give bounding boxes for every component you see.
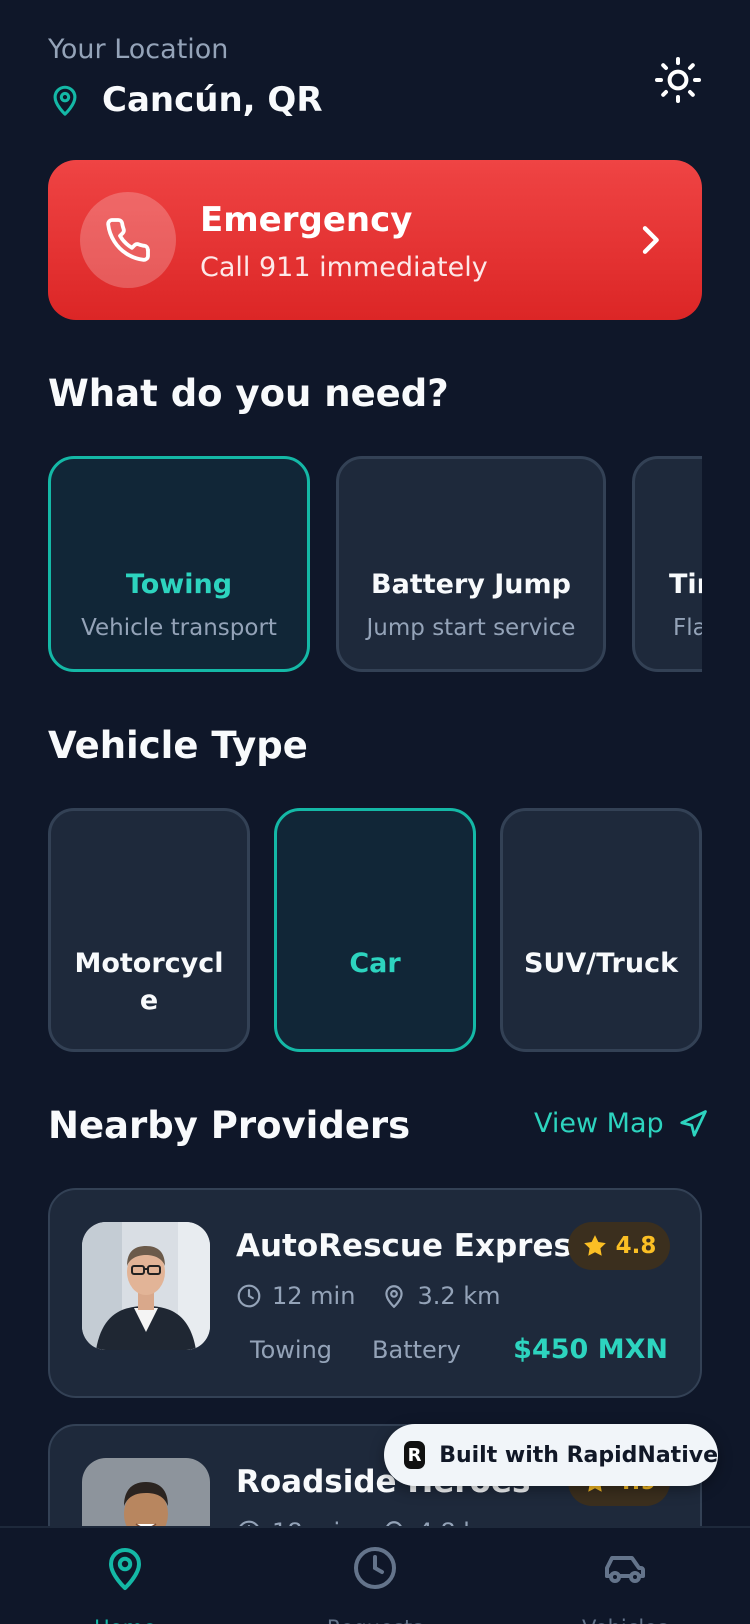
provider-card[interactable]: AutoRescue Express 4.8 12 min 3.2 km Tow… (48, 1188, 702, 1398)
star-icon (583, 1235, 606, 1256)
location-city: Cancún, QR (102, 80, 323, 120)
sun-icon[interactable] (654, 56, 702, 104)
vehicle-type-label: SUV/Truck (523, 948, 679, 979)
provider-price: $450 MXN (513, 1334, 668, 1365)
provider-distance: 3.2 km (417, 1282, 501, 1310)
home-screen: Your Location Cancún, QR Emergency Call … (0, 0, 750, 1624)
view-map-link[interactable]: View Map (534, 1108, 708, 1139)
badge-text: Built with RapidNative (439, 1442, 718, 1468)
provider-meta: 12 min 3.2 km (236, 1282, 527, 1310)
vehicle-type-car[interactable]: Car (274, 808, 476, 1052)
tab-requests[interactable]: Requests (295, 1544, 455, 1624)
service-title: Towing (125, 569, 233, 600)
service-card-battery-jump[interactable]: Battery Jump Jump start service (336, 456, 606, 672)
bottom-tab-bar: Home Requests Vehicles (0, 1526, 750, 1624)
phone-icon (106, 218, 150, 262)
location-selector[interactable]: Cancún, QR (48, 80, 323, 120)
provider-name: AutoRescue Express (236, 1228, 591, 1264)
clock-icon (237, 1284, 261, 1308)
map-pin-icon (53, 85, 77, 116)
service-title: Battery Jump (371, 569, 571, 600)
rapidnative-logo-icon: R (404, 1441, 426, 1469)
provider-eta: 12 min (272, 1282, 356, 1310)
emergency-card[interactable]: Emergency Call 911 immediately (48, 160, 702, 320)
rating-badge: 4.8 (568, 1222, 670, 1270)
tab-label: Home (45, 1616, 205, 1624)
vehicle-type-motorcycle[interactable]: Motorcycle (48, 808, 250, 1052)
service-tag: Towing (250, 1336, 333, 1364)
provider-tags: Towing Battery (250, 1336, 501, 1364)
tab-home[interactable]: Home (45, 1544, 205, 1624)
providers-section-title: Nearby Providers (48, 1104, 411, 1147)
rating-value: 4.8 (615, 1233, 657, 1259)
phone-icon-circle (80, 192, 176, 288)
built-with-badge[interactable]: R Built with RapidNative (384, 1424, 718, 1486)
emergency-title: Emergency (200, 200, 413, 240)
provider-avatar (82, 1222, 210, 1350)
service-subtitle: Jump start service (366, 615, 576, 641)
car-icon (605, 1556, 645, 1583)
tab-label: Vehicles (545, 1616, 705, 1624)
vehicle-type-label: Car (349, 948, 401, 979)
clock-icon (354, 1547, 396, 1589)
vehicle-section-title: Vehicle Type (48, 724, 308, 767)
service-subtitle: Vehicle transport (81, 615, 277, 641)
tab-label: Requests (295, 1616, 455, 1624)
tab-vehicles[interactable]: Vehicles (545, 1544, 705, 1624)
vehicle-type-suv-truck[interactable]: SUV/Truck (500, 808, 702, 1052)
services-section-title: What do you need? (48, 372, 449, 415)
emergency-subtitle: Call 911 immediately (200, 252, 488, 283)
map-pin-icon (385, 1285, 404, 1308)
location-label: Your Location (48, 34, 229, 65)
chevron-right-icon (642, 226, 659, 254)
vehicle-type-label: Motorcycle (74, 948, 224, 1016)
services-scroller[interactable]: Towing Vehicle transport Battery Jump Ju… (48, 456, 702, 672)
service-card-tire-change[interactable]: Tire Change Flat tire service (632, 456, 702, 672)
service-subtitle: Flat tire service (673, 615, 702, 641)
service-tag: Battery (372, 1336, 461, 1364)
service-title: Tire Change (669, 569, 702, 600)
map-pin-icon (109, 1548, 141, 1590)
navigation-icon (680, 1109, 707, 1137)
view-map-label: View Map (534, 1108, 664, 1139)
service-card-towing[interactable]: Towing Vehicle transport (48, 456, 310, 672)
